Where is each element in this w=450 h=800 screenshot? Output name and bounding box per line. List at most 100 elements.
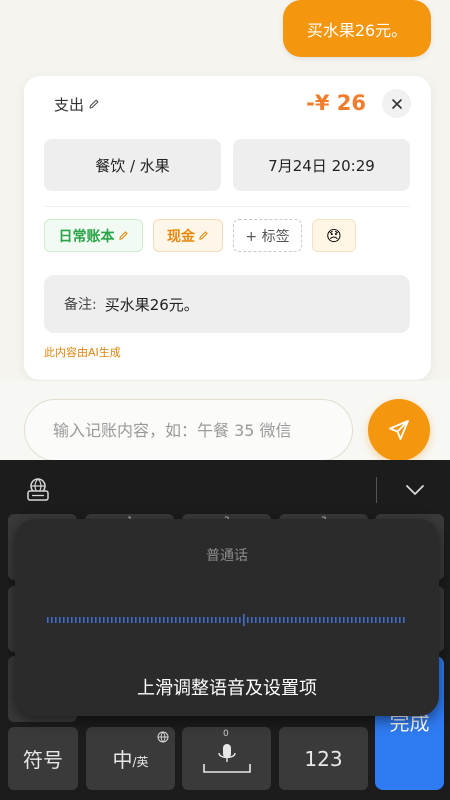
waveform-bar (375, 617, 377, 623)
waveform-bar (67, 617, 69, 623)
account-tag[interactable]: 现金 (153, 219, 223, 252)
waveform-bar (239, 617, 241, 623)
waveform-bar (131, 617, 133, 623)
mood-button[interactable]: 😞 (312, 219, 356, 252)
waveform-bar (391, 617, 393, 623)
waveform-bar (335, 617, 337, 623)
waveform-bar (383, 617, 385, 623)
entry-input[interactable] (24, 399, 353, 461)
waveform-bar (263, 617, 265, 623)
waveform-bar (71, 617, 73, 623)
category-label: 餐饮 / 水果 (95, 156, 170, 175)
note-field[interactable]: 备注: 买水果26元。 (44, 275, 410, 333)
waveform-bar (227, 617, 229, 623)
keyboard-settings-icon (27, 478, 49, 501)
waveform-bar (303, 617, 305, 623)
waveform-bar (327, 617, 329, 623)
waveform-bar (143, 617, 145, 623)
waveform-bar (187, 617, 189, 623)
waveform-bar (403, 617, 405, 623)
waveform-bar (91, 617, 93, 623)
voice-language-label: 普通话 (206, 548, 248, 564)
waveform-bar (155, 617, 157, 623)
waveform-bar (79, 617, 81, 623)
waveform-bar (211, 617, 213, 623)
amount-value[interactable]: -¥ 26 (306, 88, 366, 118)
waveform-bar (171, 617, 173, 623)
waveform-bar (207, 617, 209, 623)
symbols-key[interactable]: 符号 (8, 727, 78, 790)
numbers-key[interactable]: 123 (279, 727, 368, 790)
waveform-bar (355, 617, 357, 623)
waveform-bar (107, 617, 109, 623)
waveform-bar (63, 617, 65, 623)
waveform-bar (371, 617, 373, 623)
space-key-hint: 0 (223, 729, 229, 739)
waveform-bar (103, 617, 105, 623)
waveform-bar (299, 617, 301, 623)
waveform-bar (139, 617, 141, 623)
expense-type-label: 支出 (54, 95, 85, 114)
waveform-bar (95, 617, 97, 623)
waveform-bar (363, 617, 365, 623)
waveform-bar (311, 617, 313, 623)
waveform-bar (191, 617, 193, 623)
keyboard-settings-button[interactable] (22, 473, 54, 505)
pencil-icon (118, 231, 128, 240)
waveform-bar (291, 617, 293, 623)
add-tag-button[interactable]: + 标签 (233, 219, 302, 252)
chevron-down-icon (406, 485, 424, 495)
add-tag-label: + 标签 (245, 228, 290, 245)
waveform-bar (343, 617, 345, 623)
waveform-bar (395, 617, 397, 623)
language-switch-key[interactable]: 中 /英 (86, 727, 175, 790)
waveform-bar (223, 617, 225, 623)
waveform-bar (163, 617, 165, 623)
pencil-icon (199, 231, 208, 240)
waveform-bar (331, 617, 333, 623)
waveform-bar (275, 617, 277, 623)
waveform-bar (59, 617, 61, 623)
ledger-tag[interactable]: 日常账本 (44, 219, 143, 252)
expense-type-selector[interactable]: 支出 (54, 92, 100, 116)
close-button[interactable] (382, 89, 411, 118)
waveform-bar (83, 617, 85, 623)
waveform-bar (295, 617, 297, 623)
waveform-bar (267, 617, 269, 623)
waveform-bar (259, 617, 261, 623)
note-label: 备注: (64, 297, 97, 313)
waveform-bar (175, 617, 177, 623)
send-button[interactable] (368, 399, 430, 461)
waveform-bar (51, 617, 53, 623)
symbols-key-label: 符号 (23, 748, 63, 772)
waveform-bar (399, 617, 401, 623)
numbers-key-label: 123 (304, 746, 343, 771)
collapse-keyboard-button[interactable] (400, 476, 430, 504)
waveform-bar (379, 617, 381, 623)
waveform-bar (255, 617, 257, 623)
waveform-bar (183, 617, 185, 623)
category-button[interactable]: 餐饮 / 水果 (44, 139, 221, 191)
note-value: 买水果26元。 (104, 295, 199, 314)
datetime-button[interactable]: 7月24日 20:29 (233, 139, 410, 191)
space-voice-key[interactable]: 0 (182, 727, 271, 790)
waveform-bar (99, 617, 101, 623)
waveform-bar (387, 617, 389, 623)
send-icon (389, 420, 409, 440)
waveform-bar (151, 617, 153, 623)
waveform-bar (147, 617, 149, 623)
microphone-icon (202, 743, 251, 773)
waveform-bar (339, 617, 341, 623)
waveform-bar (271, 617, 273, 623)
language-sub-label: /英 (132, 755, 149, 769)
waveform-bar (55, 617, 57, 623)
waveform-bar (215, 617, 217, 623)
keyboard-toolbar-separator (376, 477, 377, 503)
waveform-bar (235, 617, 237, 623)
waveform-bar (279, 617, 281, 623)
waveform-bar (119, 617, 121, 623)
sad-face-icon: 😞 (326, 226, 342, 245)
ledger-tag-label: 日常账本 (58, 228, 115, 245)
waveform-bar (167, 617, 169, 623)
waveform-bar (127, 617, 129, 623)
